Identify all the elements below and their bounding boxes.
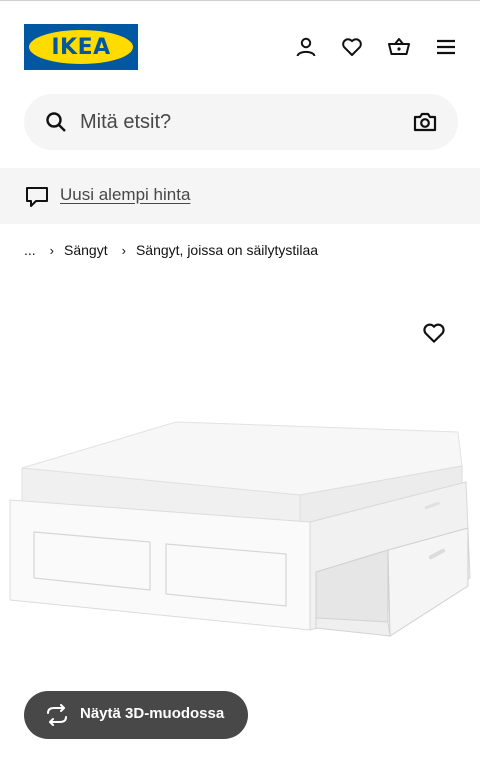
camera-icon[interactable] (412, 110, 438, 134)
search-input[interactable] (78, 106, 398, 138)
rotate-3d-icon (47, 704, 67, 726)
breadcrumb-item-storage-beds[interactable]: Sängyt, joissa on säilytystilaa (136, 242, 318, 258)
chevron-right-icon: › (49, 242, 55, 258)
breadcrumb-ellipsis[interactable]: ... (24, 242, 36, 258)
logo-text: IKEA (51, 34, 111, 60)
view-3d-label: Näytä 3D-muodossa (80, 705, 225, 722)
new-lower-price-link[interactable]: Uusi alempi hinta (60, 185, 190, 205)
price-banner: Uusi alempi hinta (0, 168, 480, 224)
search-icon[interactable] (44, 110, 68, 134)
ikea-logo[interactable]: IKEA (24, 24, 138, 70)
shopping-bag-icon[interactable] (386, 34, 412, 60)
breadcrumb: ... › Sängyt › Sängyt, joissa on säilyty… (24, 240, 318, 260)
search-bar[interactable] (24, 94, 458, 150)
menu-icon[interactable] (433, 34, 459, 60)
heart-icon[interactable] (339, 34, 365, 60)
product-image[interactable] (0, 400, 480, 650)
view-3d-button[interactable]: Näytä 3D-muodossa (24, 691, 248, 739)
bed-illustration (9, 421, 471, 637)
speech-bubble-icon (26, 187, 48, 207)
account-icon[interactable] (293, 34, 319, 60)
site-header: IKEA (0, 0, 480, 90)
chevron-right-icon: › (121, 242, 126, 258)
breadcrumb-item-beds[interactable]: Sängyt (64, 242, 108, 258)
heart-icon[interactable] (421, 320, 447, 346)
